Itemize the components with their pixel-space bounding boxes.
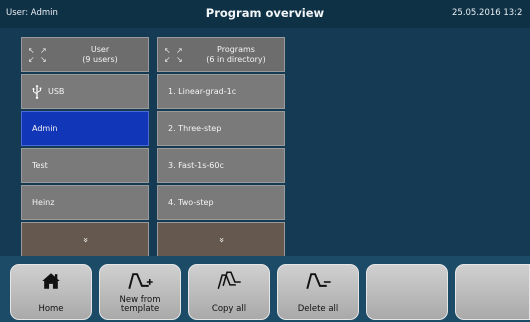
program-item[interactable]: 2. Three-step bbox=[157, 111, 285, 146]
new-from-template-label: New from template bbox=[119, 295, 161, 314]
delete-all-label: Delete all bbox=[297, 304, 339, 314]
home-icon bbox=[42, 273, 60, 289]
program-item[interactable]: 3. Fast-1s-60c bbox=[157, 148, 285, 183]
user-item-heinz[interactable]: Heinz bbox=[21, 185, 149, 220]
page-title: Program overview bbox=[205, 6, 325, 20]
user-item-label: Admin bbox=[32, 124, 58, 133]
bottom-toolbar: Home New from template Copy all Delete a… bbox=[0, 256, 530, 322]
delete-all-icon bbox=[306, 273, 331, 290]
empty-button-5[interactable] bbox=[366, 264, 448, 320]
user-item-label: USB bbox=[48, 87, 65, 96]
programs-header-title: Programs bbox=[217, 44, 255, 54]
delete-all-button[interactable]: Delete all bbox=[277, 264, 359, 320]
home-button[interactable]: Home bbox=[10, 264, 92, 320]
main-panel: ↖ ↗ ↙ ↘ User (9 users) USB Admin Test He… bbox=[0, 28, 530, 257]
program-item[interactable]: 1. Linear-grad-1c bbox=[157, 74, 285, 109]
user-item-label: Test bbox=[32, 161, 48, 170]
user-item-test[interactable]: Test bbox=[21, 148, 149, 183]
users-scroll-down-button[interactable]: » bbox=[21, 222, 149, 257]
expand-arrows-icon: ↖ ↗ ↙ ↘ bbox=[164, 45, 183, 64]
copy-all-label: Copy all bbox=[211, 304, 247, 314]
program-item-label: 4. Two-step bbox=[168, 198, 214, 207]
usb-icon bbox=[32, 84, 42, 99]
empty-button-6[interactable] bbox=[455, 264, 530, 320]
expand-arrows-icon: ↖ ↗ ↙ ↘ bbox=[28, 45, 47, 64]
users-header-count: (9 users) bbox=[82, 54, 118, 64]
program-item-label: 3. Fast-1s-60c bbox=[168, 161, 224, 170]
users-header-title: User bbox=[90, 44, 110, 54]
datetime-label: 25.05.2016 13:2 bbox=[452, 8, 523, 18]
user-item-label: Heinz bbox=[32, 198, 55, 207]
user-item-admin[interactable]: Admin bbox=[21, 111, 149, 146]
chevron-down-icon: » bbox=[79, 236, 90, 243]
program-item[interactable]: 4. Two-step bbox=[157, 185, 285, 220]
program-item-label: 2. Three-step bbox=[168, 124, 222, 133]
copy-all-icon bbox=[217, 271, 241, 290]
new-from-template-button[interactable]: New from template bbox=[99, 264, 181, 320]
title-bar: User: Admin Program overview 25.05.2016 … bbox=[0, 0, 530, 28]
programs-header[interactable]: ↖ ↗ ↙ ↘ Programs (6 in directory) bbox=[157, 37, 285, 72]
chevron-down-icon: » bbox=[215, 236, 226, 243]
home-button-label: Home bbox=[38, 304, 64, 314]
program-item-label: 1. Linear-grad-1c bbox=[168, 87, 237, 96]
programs-header-count: (6 in directory) bbox=[206, 54, 266, 64]
users-header[interactable]: ↖ ↗ ↙ ↘ User (9 users) bbox=[21, 37, 149, 72]
user-item-usb[interactable]: USB bbox=[21, 74, 149, 109]
new-from-template-icon bbox=[128, 273, 153, 290]
programs-scroll-down-button[interactable]: » bbox=[157, 222, 285, 257]
copy-all-button[interactable]: Copy all bbox=[188, 264, 270, 320]
